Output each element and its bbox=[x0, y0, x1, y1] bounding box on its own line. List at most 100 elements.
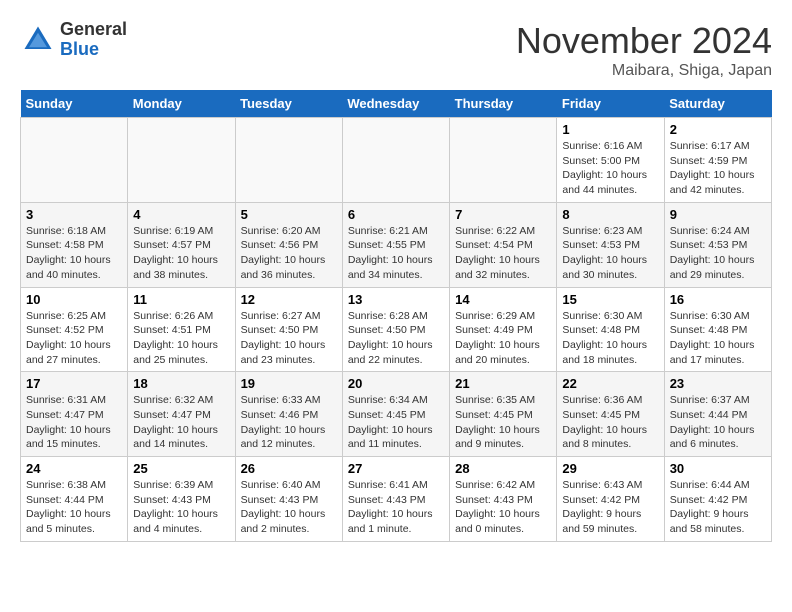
calendar-cell: 15Sunrise: 6:30 AMSunset: 4:48 PMDayligh… bbox=[557, 287, 664, 372]
day-detail: Sunrise: 6:24 AMSunset: 4:53 PMDaylight:… bbox=[670, 224, 766, 283]
calendar-cell: 24 Sunrise: 6:38 AMSunset: 4:44 PMDayligh… bbox=[21, 457, 128, 542]
calendar-cell bbox=[21, 118, 128, 203]
day-number: 7 bbox=[455, 207, 551, 222]
page-header: General Blue November 2024 Maibara, Shig… bbox=[20, 20, 772, 80]
day-number: 8 bbox=[562, 207, 658, 222]
day-detail: Sunrise: 6:42 AMSunset: 4:43 PMDaylight:… bbox=[455, 478, 551, 537]
header-saturday: Saturday bbox=[664, 90, 771, 118]
calendar-cell bbox=[450, 118, 557, 203]
day-number: 20 bbox=[348, 376, 444, 391]
day-number: 27 bbox=[348, 461, 444, 476]
day-detail: Sunrise: 6:32 AMSunset: 4:47 PMDaylight:… bbox=[133, 393, 229, 452]
calendar-cell: 14 Sunrise: 6:29 AMSunset: 4:49 PMDayligh… bbox=[450, 287, 557, 372]
calendar-cell: 16 Sunrise: 6:30 AMSunset: 4:48 PMDayligh… bbox=[664, 287, 771, 372]
calendar-cell: 7Sunrise: 6:22 AMSunset: 4:54 PMDaylight… bbox=[450, 202, 557, 287]
day-number: 24 bbox=[26, 461, 122, 476]
calendar-cell: 6Sunrise: 6:21 AMSunset: 4:55 PMDaylight… bbox=[342, 202, 449, 287]
day-detail: Sunrise: 6:30 AMSunset: 4:48 PMDaylight:… bbox=[670, 309, 766, 368]
calendar-cell: 22 Sunrise: 6:36 AMSunset: 4:45 PMDayligh… bbox=[557, 372, 664, 457]
day-detail: Sunrise: 6:27 AMSunset: 4:50 PMDaylight:… bbox=[241, 309, 337, 368]
header-tuesday: Tuesday bbox=[235, 90, 342, 118]
calendar-cell: 10 Sunrise: 6:25 AMSunset: 4:52 PMDayligh… bbox=[21, 287, 128, 372]
header-friday: Friday bbox=[557, 90, 664, 118]
day-detail: Sunrise: 6:29 AMSunset: 4:49 PMDaylight:… bbox=[455, 309, 551, 368]
day-detail: Sunrise: 6:26 AMSunset: 4:51 PMDaylight:… bbox=[133, 309, 229, 368]
day-number: 19 bbox=[241, 376, 337, 391]
calendar-cell bbox=[235, 118, 342, 203]
calendar-cell: 4 Sunrise: 6:19 AMSunset: 4:57 PMDaylight… bbox=[128, 202, 235, 287]
day-detail: Sunrise: 6:35 AMSunset: 4:45 PMDaylight:… bbox=[455, 393, 551, 452]
day-number: 4 bbox=[133, 207, 229, 222]
logo-icon bbox=[20, 22, 56, 58]
day-detail: Sunrise: 6:18 AMSunset: 4:58 PMDaylight:… bbox=[26, 224, 122, 283]
logo-general: General bbox=[60, 19, 127, 39]
day-detail: Sunrise: 6:16 AMSunset: 5:00 PMDaylight:… bbox=[562, 139, 658, 198]
calendar-cell: 8 Sunrise: 6:23 AMSunset: 4:53 PMDaylight… bbox=[557, 202, 664, 287]
calendar-cell: 9Sunrise: 6:24 AMSunset: 4:53 PMDaylight… bbox=[664, 202, 771, 287]
day-detail: Sunrise: 6:39 AMSunset: 4:43 PMDaylight:… bbox=[133, 478, 229, 537]
logo: General Blue bbox=[20, 20, 127, 60]
day-number: 14 bbox=[455, 292, 551, 307]
calendar-cell: 17 Sunrise: 6:31 AMSunset: 4:47 PMDayligh… bbox=[21, 372, 128, 457]
day-number: 10 bbox=[26, 292, 122, 307]
calendar-cell bbox=[342, 118, 449, 203]
day-detail: Sunrise: 6:38 AMSunset: 4:44 PMDaylight:… bbox=[26, 478, 122, 537]
calendar-table: SundayMondayTuesdayWednesdayThursdayFrid… bbox=[20, 90, 772, 542]
calendar-cell: 23 Sunrise: 6:37 AMSunset: 4:44 PMDayligh… bbox=[664, 372, 771, 457]
day-detail: Sunrise: 6:44 AMSunset: 4:42 PMDaylight:… bbox=[670, 478, 766, 537]
day-detail: Sunrise: 6:19 AMSunset: 4:57 PMDaylight:… bbox=[133, 224, 229, 283]
calendar-cell: 12 Sunrise: 6:27 AMSunset: 4:50 PMDayligh… bbox=[235, 287, 342, 372]
day-detail: Sunrise: 6:17 AMSunset: 4:59 PMDaylight:… bbox=[670, 139, 766, 198]
day-detail: Sunrise: 6:37 AMSunset: 4:44 PMDaylight:… bbox=[670, 393, 766, 452]
calendar-week-3: 10 Sunrise: 6:25 AMSunset: 4:52 PMDayligh… bbox=[21, 287, 772, 372]
day-number: 22 bbox=[562, 376, 658, 391]
header-thursday: Thursday bbox=[450, 90, 557, 118]
day-detail: Sunrise: 6:40 AMSunset: 4:43 PMDaylight:… bbox=[241, 478, 337, 537]
day-detail: Sunrise: 6:36 AMSunset: 4:45 PMDaylight:… bbox=[562, 393, 658, 452]
day-number: 23 bbox=[670, 376, 766, 391]
calendar-cell: 28Sunrise: 6:42 AMSunset: 4:43 PMDayligh… bbox=[450, 457, 557, 542]
title-block: November 2024 Maibara, Shiga, Japan bbox=[516, 20, 772, 80]
calendar-cell: 19 Sunrise: 6:33 AMSunset: 4:46 PMDayligh… bbox=[235, 372, 342, 457]
day-number: 5 bbox=[241, 207, 337, 222]
day-number: 13 bbox=[348, 292, 444, 307]
day-number: 16 bbox=[670, 292, 766, 307]
day-detail: Sunrise: 6:20 AMSunset: 4:56 PMDaylight:… bbox=[241, 224, 337, 283]
day-number: 17 bbox=[26, 376, 122, 391]
calendar-cell: 13 Sunrise: 6:28 AMSunset: 4:50 PMDayligh… bbox=[342, 287, 449, 372]
day-detail: Sunrise: 6:33 AMSunset: 4:46 PMDaylight:… bbox=[241, 393, 337, 452]
calendar-cell: 1 Sunrise: 6:16 AMSunset: 5:00 PMDaylight… bbox=[557, 118, 664, 203]
day-number: 30 bbox=[670, 461, 766, 476]
calendar-cell: 26Sunrise: 6:40 AMSunset: 4:43 PMDayligh… bbox=[235, 457, 342, 542]
day-number: 29 bbox=[562, 461, 658, 476]
day-detail: Sunrise: 6:23 AMSunset: 4:53 PMDaylight:… bbox=[562, 224, 658, 283]
calendar-cell: 3Sunrise: 6:18 AMSunset: 4:58 PMDaylight… bbox=[21, 202, 128, 287]
location: Maibara, Shiga, Japan bbox=[516, 62, 772, 80]
calendar-cell: 25Sunrise: 6:39 AMSunset: 4:43 PMDayligh… bbox=[128, 457, 235, 542]
calendar-cell: 11 Sunrise: 6:26 AMSunset: 4:51 PMDayligh… bbox=[128, 287, 235, 372]
header-wednesday: Wednesday bbox=[342, 90, 449, 118]
day-detail: Sunrise: 6:30 AMSunset: 4:48 PMDaylight:… bbox=[562, 309, 658, 368]
day-number: 2 bbox=[670, 122, 766, 137]
day-number: 11 bbox=[133, 292, 229, 307]
calendar-week-1: 1 Sunrise: 6:16 AMSunset: 5:00 PMDaylight… bbox=[21, 118, 772, 203]
day-detail: Sunrise: 6:43 AMSunset: 4:42 PMDaylight:… bbox=[562, 478, 658, 537]
calendar-cell: 30 Sunrise: 6:44 AMSunset: 4:42 PMDayligh… bbox=[664, 457, 771, 542]
calendar-cell: 5 Sunrise: 6:20 AMSunset: 4:56 PMDaylight… bbox=[235, 202, 342, 287]
calendar-cell bbox=[128, 118, 235, 203]
calendar-cell: 29 Sunrise: 6:43 AMSunset: 4:42 PMDayligh… bbox=[557, 457, 664, 542]
day-number: 18 bbox=[133, 376, 229, 391]
calendar-week-2: 3Sunrise: 6:18 AMSunset: 4:58 PMDaylight… bbox=[21, 202, 772, 287]
calendar-header-row: SundayMondayTuesdayWednesdayThursdayFrid… bbox=[21, 90, 772, 118]
day-detail: Sunrise: 6:31 AMSunset: 4:47 PMDaylight:… bbox=[26, 393, 122, 452]
header-monday: Monday bbox=[128, 90, 235, 118]
day-number: 1 bbox=[562, 122, 658, 137]
calendar-cell: 18 Sunrise: 6:32 AMSunset: 4:47 PMDayligh… bbox=[128, 372, 235, 457]
calendar-week-4: 17 Sunrise: 6:31 AMSunset: 4:47 PMDayligh… bbox=[21, 372, 772, 457]
calendar-cell: 21Sunrise: 6:35 AMSunset: 4:45 PMDayligh… bbox=[450, 372, 557, 457]
day-detail: Sunrise: 6:28 AMSunset: 4:50 PMDaylight:… bbox=[348, 309, 444, 368]
day-number: 12 bbox=[241, 292, 337, 307]
day-detail: Sunrise: 6:21 AMSunset: 4:55 PMDaylight:… bbox=[348, 224, 444, 283]
day-detail: Sunrise: 6:25 AMSunset: 4:52 PMDaylight:… bbox=[26, 309, 122, 368]
day-detail: Sunrise: 6:34 AMSunset: 4:45 PMDaylight:… bbox=[348, 393, 444, 452]
